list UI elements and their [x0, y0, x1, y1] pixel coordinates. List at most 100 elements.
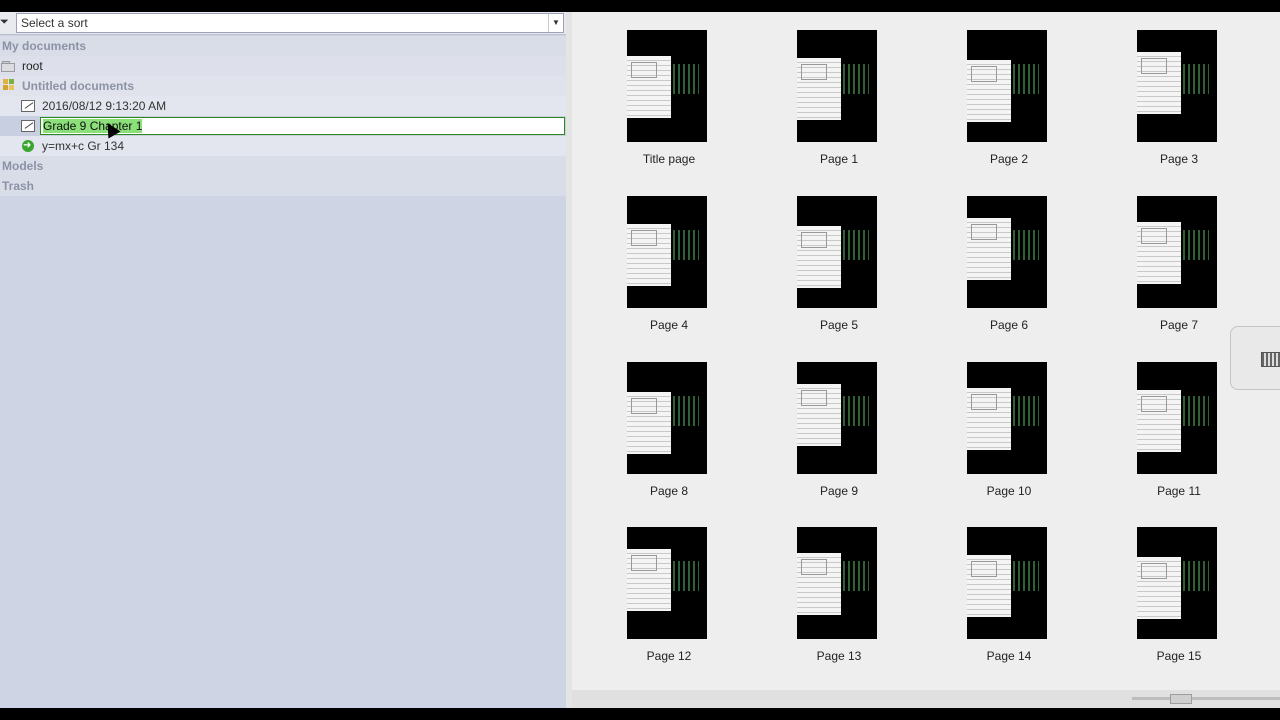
annotation-preview — [843, 64, 869, 94]
sort-bar: ⏷ Select a sort ▼ — [0, 12, 566, 35]
tree-item-root[interactable]: root — [0, 56, 566, 76]
arrow-right-icon — [22, 136, 34, 156]
page-thumbnail[interactable] — [797, 30, 877, 142]
bottom-black-bar — [0, 708, 1280, 720]
tree-item-untitled-documents[interactable]: Untitled documents — [0, 76, 566, 96]
page-caption[interactable]: Page 4 — [614, 318, 724, 332]
tree-item-link[interactable]: y=mx+c Gr 134 — [0, 136, 566, 156]
page-caption[interactable]: Page 7 — [1124, 318, 1234, 332]
page-preview — [627, 392, 671, 454]
annotation-preview — [1013, 230, 1039, 260]
keyboard-button[interactable] — [1230, 326, 1280, 390]
page-preview — [967, 388, 1011, 450]
scrollbar-track — [1132, 697, 1280, 700]
page-preview — [1137, 52, 1181, 114]
page-thumbnail[interactable] — [967, 196, 1047, 308]
scrollbar-handle[interactable] — [1170, 694, 1192, 704]
page-thumbnails-panel: Title page Page 1 Page 2 Page 3 Page 4 Page 5… — [566, 12, 1280, 708]
tree-header-models[interactable]: Models — [0, 156, 566, 176]
page-preview — [797, 226, 841, 288]
folder-icon — [1, 59, 15, 73]
document-icon — [21, 100, 35, 112]
page-thumbnail[interactable] — [627, 362, 707, 474]
annotation-preview — [1183, 230, 1209, 260]
tree-header-label: Models — [2, 159, 44, 173]
page-caption[interactable]: Page 12 — [614, 649, 724, 663]
page-thumbnail[interactable] — [1137, 362, 1217, 474]
annotation-preview — [1183, 396, 1209, 426]
annotation-preview — [673, 561, 699, 591]
sort-select[interactable]: Select a sort ▼ — [16, 13, 564, 33]
tree-item-label: Untitled documents — [22, 79, 135, 93]
annotation-preview — [843, 230, 869, 260]
page-thumbnail[interactable] — [1137, 196, 1217, 308]
chevron-down-icon[interactable]: ▼ — [548, 14, 563, 32]
tree-item-renaming[interactable]: Grade 9 Chapter 1 — [0, 116, 566, 136]
page-preview — [967, 555, 1011, 617]
page-caption[interactable]: Page 5 — [784, 318, 894, 332]
page-caption[interactable]: Page 9 — [784, 484, 894, 498]
page-preview — [627, 549, 671, 611]
page-thumbnail[interactable] — [967, 30, 1047, 142]
tree-item-label: 2016/08/12 9:13:20 AM — [42, 99, 167, 113]
page-thumbnail[interactable] — [797, 196, 877, 308]
document-tree-panel: ⏷ Select a sort ▼ My documents root Unti… — [0, 12, 566, 708]
panel-splitter[interactable] — [566, 12, 572, 708]
annotation-preview — [673, 396, 699, 426]
sort-collapse-icon[interactable]: ⏷ — [0, 15, 10, 29]
tree-header-trash[interactable]: Trash — [0, 176, 566, 196]
page-preview — [797, 553, 841, 615]
page-caption[interactable]: Page 15 — [1124, 649, 1234, 663]
page-thumbnail[interactable] — [627, 196, 707, 308]
page-thumbnail[interactable] — [967, 362, 1047, 474]
page-thumbnail[interactable] — [1137, 30, 1217, 142]
page-preview — [627, 56, 671, 118]
document-icon — [21, 120, 35, 132]
tree-item-label: root — [22, 59, 43, 73]
page-preview — [797, 384, 841, 446]
page-caption[interactable]: Page 14 — [954, 649, 1064, 663]
rename-input-value: Grade 9 Chapter 1 — [43, 119, 143, 133]
page-preview — [967, 218, 1011, 280]
page-preview — [797, 58, 841, 120]
annotation-preview — [1183, 561, 1209, 591]
tree-header-label: My documents — [2, 39, 87, 53]
annotation-preview — [1013, 561, 1039, 591]
page-preview — [1137, 390, 1181, 452]
annotation-preview — [1013, 64, 1039, 94]
page-caption[interactable]: Page 2 — [954, 152, 1064, 166]
annotation-preview — [843, 396, 869, 426]
page-caption[interactable]: Page 6 — [954, 318, 1064, 332]
page-caption[interactable]: Page 1 — [784, 152, 894, 166]
tree-header-my-documents[interactable]: My documents — [0, 36, 566, 56]
page-preview — [1137, 557, 1181, 619]
tree-item-document-timestamp[interactable]: 2016/08/12 9:13:20 AM — [0, 96, 566, 116]
page-caption[interactable]: Page 3 — [1124, 152, 1234, 166]
annotation-preview — [673, 230, 699, 260]
keyboard-icon — [1261, 352, 1280, 367]
page-preview — [627, 224, 671, 286]
sort-select-label: Select a sort — [21, 16, 88, 30]
page-caption[interactable]: Page 13 — [784, 649, 894, 663]
annotation-preview — [673, 64, 699, 94]
page-thumbnail[interactable] — [797, 527, 877, 639]
annotation-preview — [843, 561, 869, 591]
page-caption[interactable]: Page 11 — [1124, 484, 1234, 498]
page-thumbnail[interactable] — [627, 527, 707, 639]
page-caption[interactable]: Page 10 — [954, 484, 1064, 498]
page-caption[interactable]: Title page — [614, 152, 724, 166]
group-icon — [3, 79, 17, 93]
page-thumbnail[interactable] — [1137, 527, 1217, 639]
page-preview — [1137, 222, 1181, 284]
page-thumbnail[interactable] — [627, 30, 707, 142]
tree-header-label: Trash — [2, 179, 35, 193]
page-preview — [967, 60, 1011, 122]
tree-item-label: y=mx+c Gr 134 — [42, 139, 125, 153]
annotation-preview — [1183, 64, 1209, 94]
page-thumbnail[interactable] — [967, 527, 1047, 639]
annotation-preview — [1013, 396, 1039, 426]
page-caption[interactable]: Page 8 — [614, 484, 724, 498]
top-black-bar — [0, 0, 1280, 12]
page-thumbnail[interactable] — [797, 362, 877, 474]
horizontal-scrollbar[interactable] — [572, 690, 1280, 708]
